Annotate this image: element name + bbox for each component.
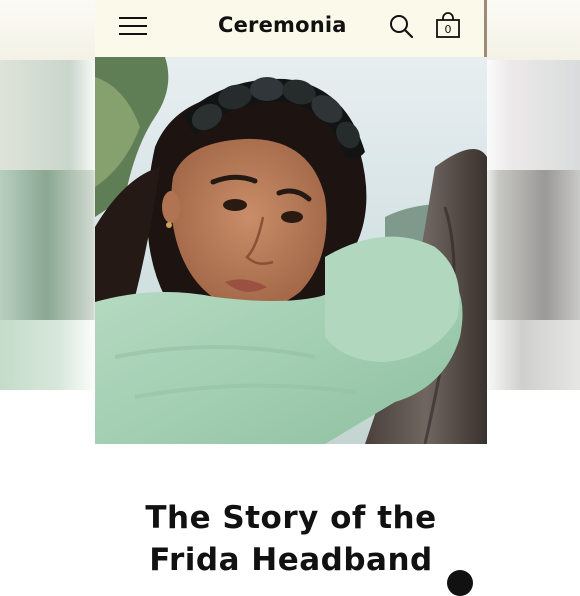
- article-title-line: Frida Headband: [149, 542, 433, 578]
- page-column: Ceremonia 0 The Story of the Frida Headb…: [95, 0, 487, 596]
- search-icon[interactable]: [388, 13, 416, 41]
- hamburger-menu-icon[interactable]: [115, 13, 149, 41]
- cart-count-badge: 0: [444, 23, 452, 36]
- chat-icon[interactable]: [447, 570, 473, 596]
- article-title: The Story of the Frida Headband: [95, 497, 487, 581]
- menu-line: [119, 25, 147, 27]
- menu-line: [119, 33, 147, 35]
- shopping-bag-icon[interactable]: 0: [434, 11, 464, 41]
- article-title-line: The Story of the: [145, 500, 437, 536]
- hero-image: [95, 57, 487, 444]
- brand-logo[interactable]: Ceremonia: [218, 13, 347, 37]
- site-header: Ceremonia 0: [95, 0, 487, 57]
- menu-line: [119, 17, 147, 19]
